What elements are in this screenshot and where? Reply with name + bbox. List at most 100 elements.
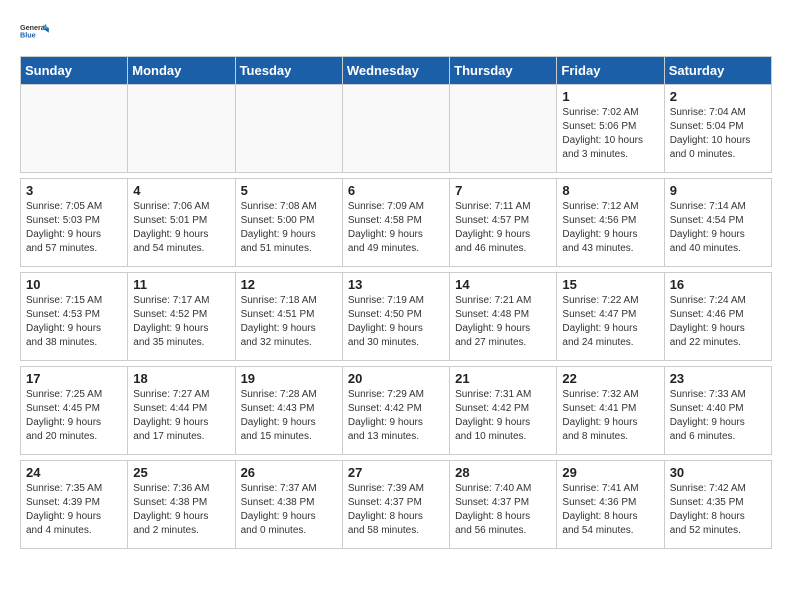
- day-number: 25: [133, 465, 229, 480]
- calendar-cell: 23 Sunrise: 7:33 AM Sunset: 4:40 PM Dayli…: [664, 367, 771, 455]
- day-number: 7: [455, 183, 551, 198]
- calendar-cell: 25Sunrise: 7:36 AM Sunset: 4:38 PM Dayli…: [128, 461, 235, 549]
- calendar-week-1: 1Sunrise: 7:02 AM Sunset: 5:06 PM Daylig…: [21, 85, 772, 173]
- weekday-header-tuesday: Tuesday: [235, 57, 342, 85]
- calendar-cell: 17Sunrise: 7:25 AM Sunset: 4:45 PM Dayli…: [21, 367, 128, 455]
- day-number: 22: [562, 371, 658, 386]
- day-info: Sunrise: 7:37 AM Sunset: 4:38 PM Dayligh…: [241, 482, 337, 538]
- day-info: Sunrise: 7:24 AM Sunset: 4:46 PM Dayligh…: [670, 294, 766, 350]
- day-info: Sunrise: 7:40 AM Sunset: 4:37 PM Dayligh…: [455, 482, 551, 538]
- day-number: 15: [562, 277, 658, 292]
- day-number: 20: [348, 371, 444, 386]
- day-info: Sunrise: 7:06 AM Sunset: 5:01 PM Dayligh…: [133, 200, 229, 256]
- day-number: 14: [455, 277, 551, 292]
- calendar-cell: 19 Sunrise: 7:28 AM Sunset: 4:43 PM Dayli…: [235, 367, 342, 455]
- calendar-cell: [128, 85, 235, 173]
- day-number: 2: [670, 89, 766, 104]
- day-info: Sunrise: 7:15 AM Sunset: 4:53 PM Dayligh…: [26, 294, 122, 350]
- logo: GeneralBlue: [20, 16, 52, 48]
- calendar-cell: 6 Sunrise: 7:09 AM Sunset: 4:58 PM Daylig…: [342, 179, 449, 267]
- day-info: Sunrise: 7:12 AM Sunset: 4:56 PM Dayligh…: [562, 200, 658, 256]
- svg-text:Blue: Blue: [20, 30, 36, 39]
- calendar-week-4: 17Sunrise: 7:25 AM Sunset: 4:45 PM Dayli…: [21, 367, 772, 455]
- calendar-cell: 2 Sunrise: 7:04 AM Sunset: 5:04 PM Daylig…: [664, 85, 771, 173]
- calendar-cell: 22 Sunrise: 7:32 AM Sunset: 4:41 PM Dayli…: [557, 367, 664, 455]
- day-number: 10: [26, 277, 122, 292]
- day-info: Sunrise: 7:02 AM Sunset: 5:06 PM Dayligh…: [562, 106, 658, 162]
- day-number: 24: [26, 465, 122, 480]
- day-info: Sunrise: 7:35 AM Sunset: 4:39 PM Dayligh…: [26, 482, 122, 538]
- calendar-cell: 15 Sunrise: 7:22 AM Sunset: 4:47 PM Dayli…: [557, 273, 664, 361]
- weekday-header-saturday: Saturday: [664, 57, 771, 85]
- day-info: Sunrise: 7:32 AM Sunset: 4:41 PM Dayligh…: [562, 388, 658, 444]
- day-info: Sunrise: 7:08 AM Sunset: 5:00 PM Dayligh…: [241, 200, 337, 256]
- calendar-cell: 3 Sunrise: 7:05 AM Sunset: 5:03 PM Daylig…: [21, 179, 128, 267]
- day-number: 27: [348, 465, 444, 480]
- calendar-cell: 18 Sunrise: 7:27 AM Sunset: 4:44 PM Dayli…: [128, 367, 235, 455]
- calendar-header-row: SundayMondayTuesdayWednesdayThursdayFrid…: [21, 57, 772, 85]
- calendar-cell: [342, 85, 449, 173]
- day-number: 28: [455, 465, 551, 480]
- calendar-cell: 4 Sunrise: 7:06 AM Sunset: 5:01 PM Daylig…: [128, 179, 235, 267]
- day-info: Sunrise: 7:09 AM Sunset: 4:58 PM Dayligh…: [348, 200, 444, 256]
- calendar-week-2: 3 Sunrise: 7:05 AM Sunset: 5:03 PM Daylig…: [21, 179, 772, 267]
- day-number: 13: [348, 277, 444, 292]
- day-info: Sunrise: 7:17 AM Sunset: 4:52 PM Dayligh…: [133, 294, 229, 350]
- day-info: Sunrise: 7:21 AM Sunset: 4:48 PM Dayligh…: [455, 294, 551, 350]
- day-number: 9: [670, 183, 766, 198]
- day-number: 6: [348, 183, 444, 198]
- day-number: 5: [241, 183, 337, 198]
- weekday-header-thursday: Thursday: [450, 57, 557, 85]
- calendar-cell: 9 Sunrise: 7:14 AM Sunset: 4:54 PM Daylig…: [664, 179, 771, 267]
- calendar-table: SundayMondayTuesdayWednesdayThursdayFrid…: [20, 56, 772, 549]
- calendar-cell: 16 Sunrise: 7:24 AM Sunset: 4:46 PM Dayli…: [664, 273, 771, 361]
- weekday-header-wednesday: Wednesday: [342, 57, 449, 85]
- day-info: Sunrise: 7:19 AM Sunset: 4:50 PM Dayligh…: [348, 294, 444, 350]
- day-info: Sunrise: 7:39 AM Sunset: 4:37 PM Dayligh…: [348, 482, 444, 538]
- day-number: 4: [133, 183, 229, 198]
- calendar-cell: 11 Sunrise: 7:17 AM Sunset: 4:52 PM Dayli…: [128, 273, 235, 361]
- day-number: 21: [455, 371, 551, 386]
- calendar-cell: 30Sunrise: 7:42 AM Sunset: 4:35 PM Dayli…: [664, 461, 771, 549]
- calendar-cell: [21, 85, 128, 173]
- day-info: Sunrise: 7:14 AM Sunset: 4:54 PM Dayligh…: [670, 200, 766, 256]
- day-number: 11: [133, 277, 229, 292]
- weekday-header-sunday: Sunday: [21, 57, 128, 85]
- day-number: 23: [670, 371, 766, 386]
- calendar-cell: 24 Sunrise: 7:35 AM Sunset: 4:39 PM Dayli…: [21, 461, 128, 549]
- day-info: Sunrise: 7:27 AM Sunset: 4:44 PM Dayligh…: [133, 388, 229, 444]
- weekday-header-monday: Monday: [128, 57, 235, 85]
- calendar-cell: 13 Sunrise: 7:19 AM Sunset: 4:50 PM Dayli…: [342, 273, 449, 361]
- calendar-cell: 29Sunrise: 7:41 AM Sunset: 4:36 PM Dayli…: [557, 461, 664, 549]
- day-info: Sunrise: 7:04 AM Sunset: 5:04 PM Dayligh…: [670, 106, 766, 162]
- day-number: 8: [562, 183, 658, 198]
- day-number: 19: [241, 371, 337, 386]
- calendar-cell: 26 Sunrise: 7:37 AM Sunset: 4:38 PM Dayli…: [235, 461, 342, 549]
- calendar-cell: 14 Sunrise: 7:21 AM Sunset: 4:48 PM Dayli…: [450, 273, 557, 361]
- day-number: 30: [670, 465, 766, 480]
- header: GeneralBlue: [20, 16, 772, 48]
- day-info: Sunrise: 7:22 AM Sunset: 4:47 PM Dayligh…: [562, 294, 658, 350]
- day-info: Sunrise: 7:33 AM Sunset: 4:40 PM Dayligh…: [670, 388, 766, 444]
- day-info: Sunrise: 7:11 AM Sunset: 4:57 PM Dayligh…: [455, 200, 551, 256]
- calendar-cell: 10 Sunrise: 7:15 AM Sunset: 4:53 PM Dayli…: [21, 273, 128, 361]
- day-info: Sunrise: 7:18 AM Sunset: 4:51 PM Dayligh…: [241, 294, 337, 350]
- calendar-cell: [235, 85, 342, 173]
- day-number: 26: [241, 465, 337, 480]
- day-info: Sunrise: 7:05 AM Sunset: 5:03 PM Dayligh…: [26, 200, 122, 256]
- day-number: 18: [133, 371, 229, 386]
- day-number: 12: [241, 277, 337, 292]
- calendar-cell: 7 Sunrise: 7:11 AM Sunset: 4:57 PM Daylig…: [450, 179, 557, 267]
- day-number: 16: [670, 277, 766, 292]
- day-info: Sunrise: 7:31 AM Sunset: 4:42 PM Dayligh…: [455, 388, 551, 444]
- calendar-cell: [450, 85, 557, 173]
- day-info: Sunrise: 7:41 AM Sunset: 4:36 PM Dayligh…: [562, 482, 658, 538]
- logo-icon: GeneralBlue: [20, 16, 52, 48]
- day-number: 3: [26, 183, 122, 198]
- day-info: Sunrise: 7:25 AM Sunset: 4:45 PM Dayligh…: [26, 388, 122, 444]
- calendar-cell: 27 Sunrise: 7:39 AM Sunset: 4:37 PM Dayli…: [342, 461, 449, 549]
- day-info: Sunrise: 7:28 AM Sunset: 4:43 PM Dayligh…: [241, 388, 337, 444]
- calendar-week-3: 10 Sunrise: 7:15 AM Sunset: 4:53 PM Dayli…: [21, 273, 772, 361]
- weekday-header-friday: Friday: [557, 57, 664, 85]
- calendar-cell: 5 Sunrise: 7:08 AM Sunset: 5:00 PM Daylig…: [235, 179, 342, 267]
